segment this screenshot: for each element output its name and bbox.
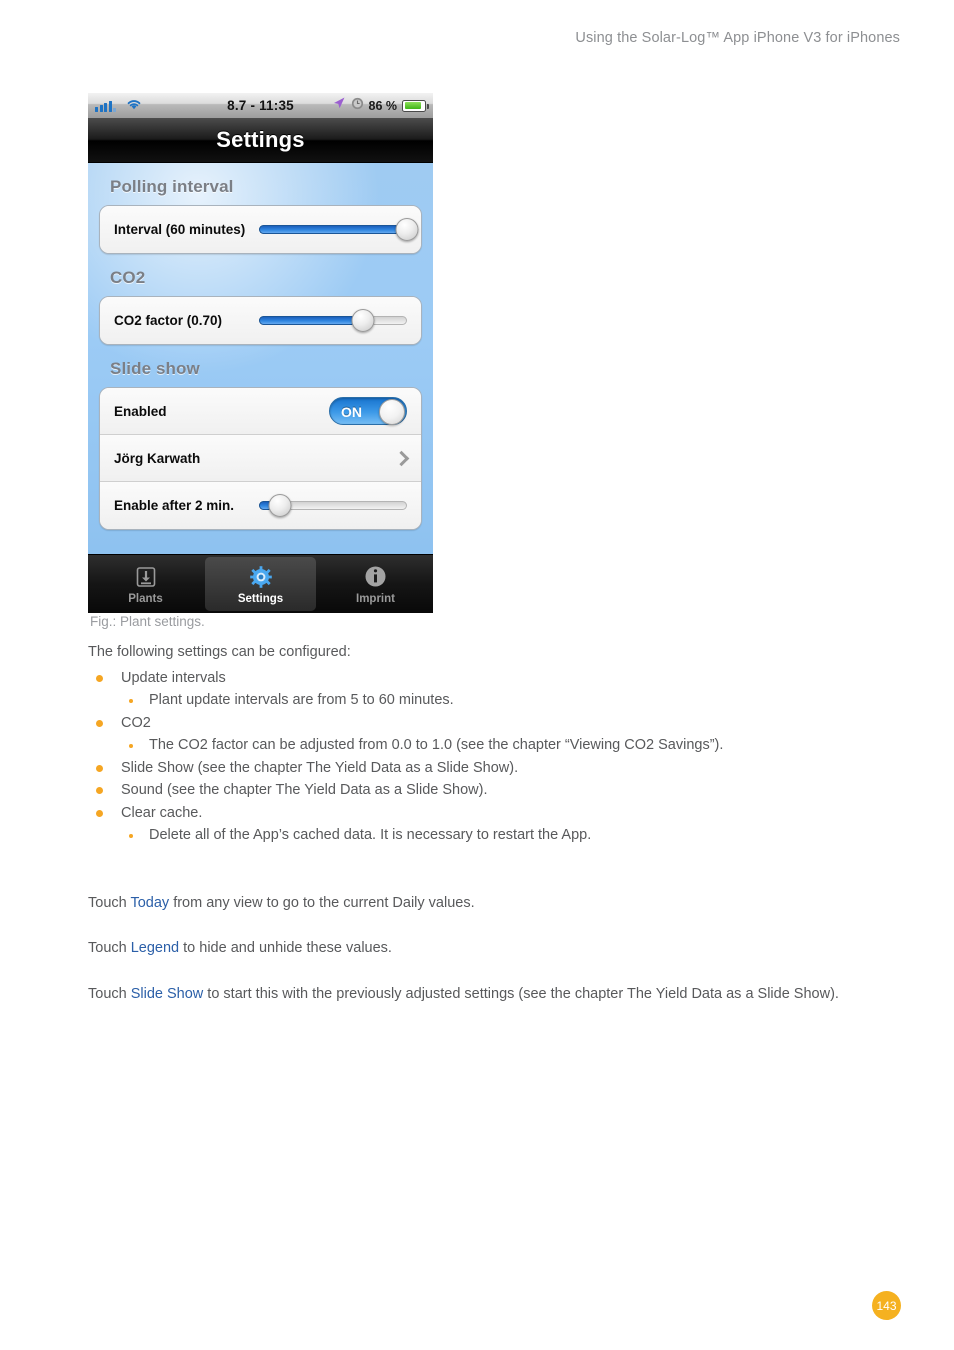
- toggle-state-label: ON: [341, 404, 362, 420]
- bullet-marker: [96, 674, 103, 682]
- page-number-badge: 143: [872, 1291, 901, 1320]
- sub-list: Delete all of the App’s cached data. It …: [121, 824, 878, 847]
- sub-bullet-marker: [129, 744, 133, 748]
- tab-plants[interactable]: Plants: [90, 557, 201, 611]
- page-header: Using the Solar-Log™ App iPhone V3 for i…: [575, 30, 900, 46]
- document-body: The following settings can be configured…: [88, 641, 878, 1005]
- sub-list: The CO2 factor can be adjusted from 0.0 …: [121, 734, 878, 757]
- settings-bullet-list: Update intervals Plant update intervals …: [88, 667, 878, 847]
- row-selected-plant[interactable]: Jörg Karwath: [100, 435, 421, 482]
- tab-bar: Plants Settings Imprint: [88, 554, 433, 613]
- slider-knob[interactable]: [351, 309, 375, 332]
- tab-label: Plants: [128, 592, 163, 605]
- row-enable-after[interactable]: Enable after 2 min.: [100, 482, 421, 529]
- slider-knob[interactable]: [395, 218, 419, 241]
- sub-bullet-marker: [129, 834, 133, 838]
- gear-icon: [249, 564, 273, 590]
- section-header-polling: Polling interval: [110, 177, 234, 196]
- list-item: The CO2 factor can be adjusted from 0.0 …: [121, 734, 878, 757]
- bullet-marker: [96, 719, 103, 727]
- status-bar: 8.7 - 11:35 86 %: [88, 93, 433, 118]
- sub-list-item-text: The CO2 factor can be adjusted from 0.0 …: [149, 737, 724, 753]
- list-item: Delete all of the App’s cached data. It …: [121, 824, 878, 847]
- row-label: Jörg Karwath: [114, 450, 201, 466]
- tab-imprint[interactable]: Imprint: [320, 557, 431, 611]
- bullet-marker: [96, 787, 103, 794]
- tab-label: Settings: [237, 592, 284, 605]
- paragraph-prefix: Touch: [88, 985, 131, 1002]
- tab-settings[interactable]: Settings: [205, 557, 316, 611]
- list-item-text: Clear cache.: [121, 804, 203, 821]
- slider-knob[interactable]: [268, 494, 292, 517]
- tab-label: Imprint: [356, 592, 395, 605]
- paragraph-today: Touch Today from any view to go to the c…: [88, 892, 878, 915]
- list-item-text: CO2: [121, 714, 151, 731]
- enabled-toggle[interactable]: ON: [329, 397, 407, 425]
- screen-title: Settings: [216, 127, 305, 152]
- list-item: Update intervals Plant update intervals …: [88, 667, 878, 712]
- link-legend[interactable]: Legend: [131, 940, 179, 956]
- paragraph-suffix: from any view to go to the current Daily…: [169, 894, 475, 911]
- section-group-slideshow: Enabled ON Jörg Karwath Enable after 2 m…: [99, 387, 422, 530]
- settings-list: Polling interval Interval (60 minutes) C…: [88, 163, 433, 554]
- interval-slider[interactable]: [259, 218, 419, 241]
- paragraph-slideshow: Touch Slide Show to start this with the …: [88, 983, 878, 1006]
- row-control[interactable]: ON: [329, 397, 407, 425]
- list-item: CO2 The CO2 factor can be adjusted from …: [88, 712, 878, 757]
- row-control[interactable]: [259, 309, 407, 332]
- intro-paragraph: The following settings can be configured…: [88, 644, 351, 660]
- section-header-slideshow: Slide show: [110, 359, 200, 378]
- row-control[interactable]: [259, 494, 407, 517]
- list-item: Clear cache. Delete all of the App’s cac…: [88, 802, 878, 847]
- section-group-polling: Interval (60 minutes): [99, 205, 422, 254]
- section-group-co2: CO2 factor (0.70): [99, 296, 422, 345]
- slider-fill: [259, 225, 407, 234]
- row-label: Enabled: [114, 403, 167, 419]
- sub-list-item-text: Delete all of the App’s cached data. It …: [149, 827, 592, 843]
- row-control[interactable]: [393, 450, 410, 466]
- status-bar-right: 86 %: [332, 93, 429, 118]
- row-control[interactable]: [259, 218, 419, 241]
- battery-icon: [402, 99, 429, 112]
- section-header-co2: CO2: [110, 268, 146, 287]
- download-tray-icon: [135, 564, 157, 590]
- sub-list-item-text: Plant update intervals are from 5 to 60 …: [149, 692, 454, 708]
- list-item-text: Sound (see the chapter The Yield Data as…: [121, 782, 488, 798]
- figure-caption: Fig.: Plant settings.: [90, 614, 205, 629]
- co2-factor-slider[interactable]: [259, 309, 407, 332]
- row-label: Interval (60 minutes): [114, 222, 246, 237]
- sub-list: Plant update intervals are from 5 to 60 …: [121, 689, 878, 712]
- bullet-marker: [96, 809, 103, 817]
- list-item-text: Slide Show (see the chapter The Yield Da…: [121, 759, 519, 776]
- link-today[interactable]: Today: [130, 895, 169, 911]
- list-item: Plant update intervals are from 5 to 60 …: [121, 689, 878, 712]
- toggle-knob[interactable]: [379, 399, 405, 425]
- row-label: CO2 factor (0.70): [114, 313, 223, 328]
- list-item-text: Update intervals: [121, 669, 226, 686]
- chevron-right-icon: [393, 450, 410, 466]
- paragraph-suffix: to start this with the previously adjust…: [203, 985, 839, 1002]
- navigation-bar: Settings: [88, 118, 433, 163]
- row-label: Enable after 2 min.: [114, 498, 235, 513]
- row-interval[interactable]: Interval (60 minutes): [100, 206, 421, 253]
- paragraph-prefix: Touch: [88, 894, 131, 911]
- list-item: Sound (see the chapter The Yield Data as…: [88, 779, 878, 802]
- paragraph-legend: Touch Legend to hide and unhide these va…: [88, 937, 878, 960]
- link-slide-show[interactable]: Slide Show: [131, 986, 204, 1002]
- paragraph-prefix: Touch: [88, 940, 131, 956]
- slider-fill: [259, 316, 363, 325]
- iphone-screenshot: 8.7 - 11:35 86 % Settings Polling interv…: [88, 93, 433, 613]
- battery-percent-label: 86 %: [368, 98, 398, 113]
- row-co2-factor[interactable]: CO2 factor (0.70): [100, 297, 421, 344]
- paragraph-suffix: to hide and unhide these values.: [179, 940, 392, 956]
- info-circle-icon: [364, 564, 387, 590]
- location-arrow-icon: [332, 96, 346, 115]
- enable-after-slider[interactable]: [259, 494, 407, 517]
- sub-bullet-marker: [129, 699, 133, 703]
- alarm-clock-icon: [351, 97, 364, 115]
- row-enabled[interactable]: Enabled ON: [100, 388, 421, 435]
- list-item: Slide Show (see the chapter The Yield Da…: [88, 757, 878, 780]
- bullet-marker: [96, 764, 103, 772]
